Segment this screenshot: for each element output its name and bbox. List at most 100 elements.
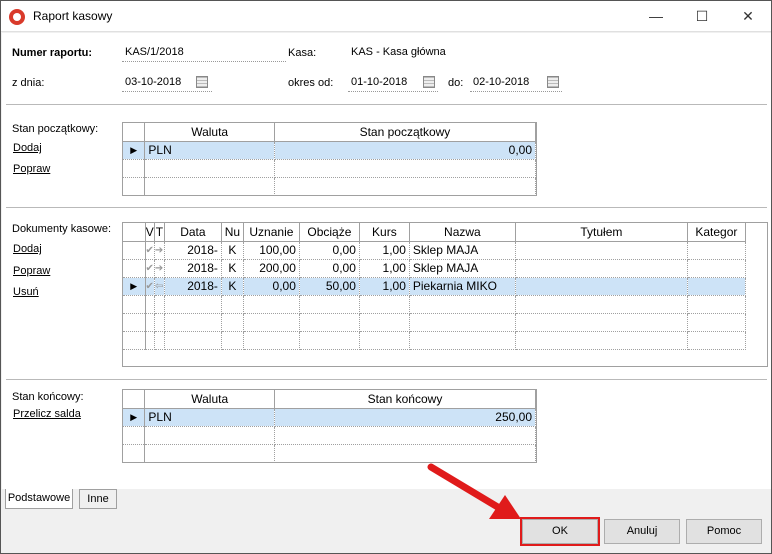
separator <box>6 207 767 208</box>
uznanie-cell: 200,00 <box>243 259 300 278</box>
column-header[interactable]: Stan końcowy <box>274 390 536 409</box>
stan-cell: 250,00 <box>274 408 536 427</box>
ok-button[interactable]: OK <box>522 519 598 544</box>
stan-koncowy-grid: Waluta Stan końcowy ▶ PLN 250,00 <box>122 389 537 463</box>
column-header[interactable]: Kurs <box>359 223 410 242</box>
title-bar: Raport kasowy — ☐ ✕ <box>1 1 771 32</box>
table-row[interactable] <box>123 313 746 332</box>
help-button[interactable]: Pomoc <box>686 519 762 544</box>
nazwa-cell: Piekarnia MIKO <box>409 277 516 296</box>
arrow-right-icon: ➔ <box>154 241 165 260</box>
do-label: do: <box>448 77 464 89</box>
data-cell: 2018- <box>164 259 222 278</box>
maximize-icon[interactable]: ☐ <box>679 1 725 32</box>
kasa-field[interactable]: KAS - Kasa główna <box>348 44 562 62</box>
stan-poczatkowy-add-link[interactable]: Dodaj <box>13 142 42 154</box>
indicator-header <box>123 123 146 142</box>
column-header[interactable]: Tytułem <box>515 223 688 242</box>
minimize-icon[interactable]: — <box>633 1 679 32</box>
tytulem-cell <box>515 277 688 296</box>
stan-poczatkowy-grid: Waluta Stan początkowy ▶ PLN 0,00 <box>122 122 537 196</box>
column-header[interactable]: Nazwa <box>409 223 516 242</box>
column-header[interactable]: Data <box>164 223 222 242</box>
raport-kasowy-window: Raport kasowy — ☐ ✕ Numer raportu: KAS/1… <box>0 0 772 554</box>
nu-cell: K <box>221 241 244 260</box>
app-logo-icon <box>9 9 25 25</box>
przelicz-salda-link[interactable]: Przelicz salda <box>13 408 81 420</box>
table-row[interactable] <box>123 426 536 445</box>
column-header[interactable]: Waluta <box>144 123 275 142</box>
tab-inne[interactable]: Inne <box>79 489 117 509</box>
table-row[interactable]: ▶ PLN 0,00 <box>123 141 536 160</box>
checkmark-icon: ✔ <box>145 277 155 296</box>
indicator-header <box>123 390 146 409</box>
dokumenty-kasowe-label: Dokumenty kasowe: <box>12 223 112 235</box>
numer-raportu-label: Numer raportu: <box>12 47 93 59</box>
kurs-cell: 1,00 <box>359 277 410 296</box>
kasa-label: Kasa: <box>288 47 317 59</box>
window-title: Raport kasowy <box>33 9 113 23</box>
kurs-cell: 1,00 <box>359 241 410 260</box>
column-header[interactable]: Kategor <box>687 223 746 242</box>
arrow-right-icon: ➔ <box>154 259 165 278</box>
column-header[interactable]: Nu <box>221 223 244 242</box>
stan-koncowy-label: Stan końcowy: <box>12 391 84 403</box>
table-row[interactable] <box>123 331 746 350</box>
numer-raportu-field[interactable]: KAS/1/2018 <box>122 44 286 62</box>
kategoria-cell <box>687 277 746 296</box>
table-row[interactable] <box>123 159 536 178</box>
table-row[interactable]: ▶ PLN 250,00 <box>123 408 536 427</box>
stan-poczatkowy-label: Stan początkowy: <box>12 123 99 135</box>
nazwa-cell: Sklep MAJA <box>409 259 516 278</box>
nazwa-cell: Sklep MAJA <box>409 241 516 260</box>
column-header[interactable]: V <box>145 223 155 242</box>
column-header[interactable]: Waluta <box>144 390 275 409</box>
uznanie-cell: 0,00 <box>243 277 300 296</box>
checkmark-icon: ✔ <box>145 259 155 278</box>
row-pointer-icon: ▶ <box>123 277 146 296</box>
obciazenie-cell: 50,00 <box>299 277 360 296</box>
column-header[interactable]: Stan początkowy <box>274 123 536 142</box>
nu-cell: K <box>221 277 244 296</box>
dialog-content: Numer raportu: KAS/1/2018 Kasa: KAS - Ka… <box>2 33 771 489</box>
kategoria-cell <box>687 259 746 278</box>
calendar-icon[interactable] <box>547 76 559 88</box>
cancel-button[interactable]: Anuluj <box>604 519 680 544</box>
dokumenty-add-link[interactable]: Dodaj <box>13 243 42 255</box>
arrow-left-icon: ⇦ <box>154 277 165 296</box>
waluta-cell: PLN <box>144 141 275 160</box>
table-row[interactable] <box>123 295 746 314</box>
indicator-header <box>123 223 146 242</box>
dokumenty-kasowe-grid: V T Data Nu Uznanie Obciąże Kurs Nazwa T… <box>122 222 768 367</box>
obciazenie-cell: 0,00 <box>299 259 360 278</box>
column-header[interactable]: T <box>154 223 165 242</box>
row-pointer-icon: ▶ <box>123 408 146 427</box>
kurs-cell: 1,00 <box>359 259 410 278</box>
stan-cell: 0,00 <box>274 141 536 160</box>
calendar-icon[interactable] <box>196 76 208 88</box>
column-header[interactable]: Obciąże <box>299 223 360 242</box>
close-icon[interactable]: ✕ <box>725 1 771 32</box>
table-row[interactable]: ✔ ➔ 2018- K 100,00 0,00 1,00 Sklep MAJA <box>123 241 746 260</box>
obciazenie-cell: 0,00 <box>299 241 360 260</box>
tytulem-cell <box>515 259 688 278</box>
data-cell: 2018- <box>164 241 222 260</box>
table-row[interactable]: ✔ ➔ 2018- K 200,00 0,00 1,00 Sklep MAJA <box>123 259 746 278</box>
waluta-cell: PLN <box>144 408 275 427</box>
tytulem-cell <box>515 241 688 260</box>
table-row[interactable] <box>123 444 536 462</box>
calendar-icon[interactable] <box>423 76 435 88</box>
okres-od-label: okres od: <box>288 77 334 89</box>
column-header[interactable]: Uznanie <box>243 223 300 242</box>
dokumenty-edit-link[interactable]: Popraw <box>13 265 50 277</box>
dokumenty-delete-link[interactable]: Usuń <box>13 286 39 298</box>
tab-podstawowe[interactable]: Podstawowe <box>5 489 73 509</box>
stan-poczatkowy-edit-link[interactable]: Popraw <box>13 163 50 175</box>
uznanie-cell: 100,00 <box>243 241 300 260</box>
table-row[interactable] <box>123 177 536 195</box>
separator <box>6 104 767 105</box>
z-dnia-label: z dnia: <box>12 77 45 89</box>
table-row[interactable]: ▶ ✔ ⇦ 2018- K 0,00 50,00 1,00 Piekarnia … <box>123 277 746 296</box>
nu-cell: K <box>221 259 244 278</box>
kategoria-cell <box>687 241 746 260</box>
